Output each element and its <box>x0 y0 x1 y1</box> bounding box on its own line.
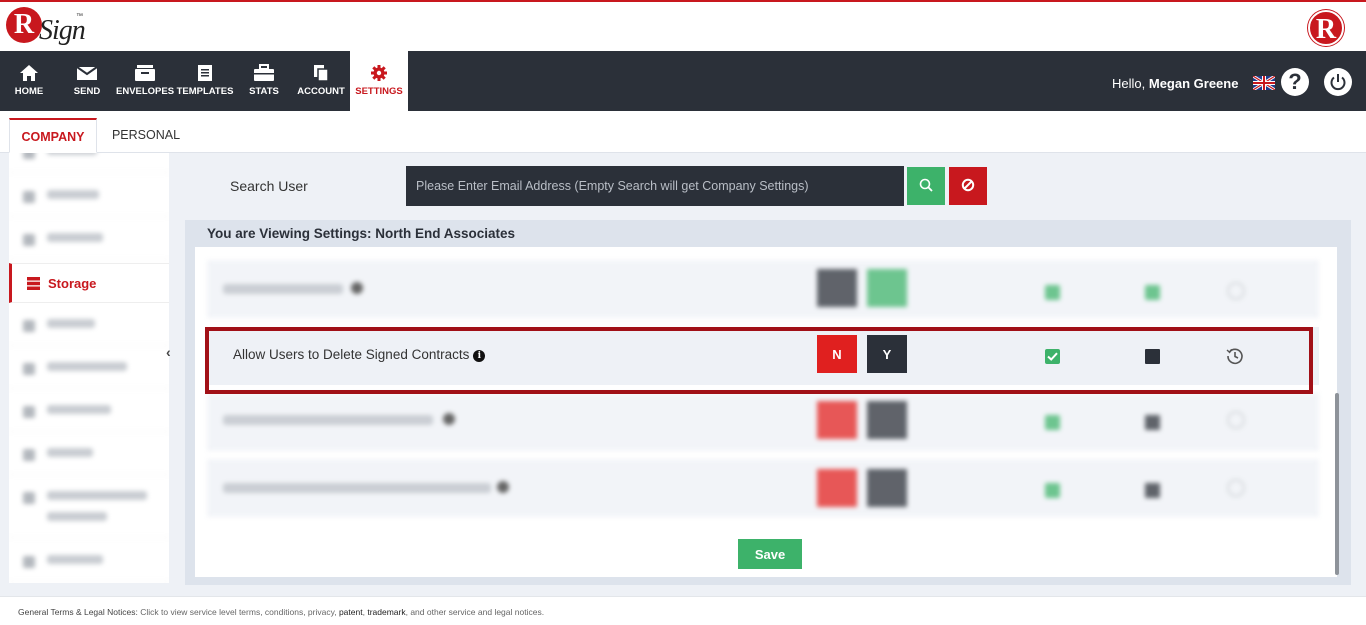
sidebar-item-blurred[interactable] <box>9 153 169 173</box>
legal-text-2: , and other service and legal notices. <box>405 607 545 617</box>
search-user-input[interactable] <box>406 166 904 206</box>
nav-account-label: ACCOUNT <box>297 86 345 97</box>
nav-home-label: HOME <box>14 86 44 97</box>
setting-label-text: Allow Users to Delete Signed Contracts <box>233 347 470 362</box>
setting-row-delete-signed-contracts: Allow Users to Delete Signed Contracts i … <box>207 327 1319 385</box>
legal-comma: , <box>362 607 365 617</box>
setting-row-blurred <box>207 260 1319 318</box>
sidebar-item-blurred[interactable] <box>9 542 169 582</box>
nav-settings-label: SETTINGS <box>355 86 403 97</box>
settings-content: Storage ‹ Search User You are Viewing Se… <box>0 153 1366 596</box>
sidebar-item-blurred[interactable] <box>9 349 169 389</box>
footer: General Terms & Legal Notices: Click to … <box>0 596 1366 625</box>
legal-text-1: Click to view service level terms, condi… <box>140 607 337 617</box>
nav-send-label: SEND <box>73 86 101 97</box>
unchecked-checkbox[interactable] <box>1145 349 1160 364</box>
uk-flag-icon[interactable] <box>1253 76 1275 90</box>
user-name[interactable]: Megan Greene <box>1149 76 1239 91</box>
sidebar-item-blurred[interactable] <box>9 435 169 475</box>
logo-letter: R <box>6 7 42 43</box>
checkbox[interactable] <box>1045 285 1060 300</box>
settings-panel: You are Viewing Settings: North End Asso… <box>185 220 1351 585</box>
sidebar-item-blurred[interactable] <box>9 478 169 538</box>
checkbox[interactable] <box>1045 415 1060 430</box>
sidebar-item-blurred[interactable] <box>9 392 169 432</box>
yes-button[interactable] <box>867 469 907 507</box>
nav-settings[interactable]: SETTINGS <box>350 51 408 111</box>
no-button[interactable] <box>817 401 857 439</box>
tab-company[interactable]: COMPANY <box>9 118 97 153</box>
collapse-sidebar-button[interactable]: ‹ <box>166 344 171 360</box>
user-greeting: Hello, Megan Greene <box>1112 76 1238 91</box>
setting-row-blurred <box>207 393 1319 451</box>
gear-icon <box>371 65 387 81</box>
checkbox[interactable] <box>1145 415 1160 430</box>
viewing-settings-title: You are Viewing Settings: North End Asso… <box>207 226 516 241</box>
rsign-logo[interactable]: R Sign ™ <box>6 7 86 51</box>
power-icon[interactable] <box>1324 68 1352 96</box>
search-button[interactable] <box>907 167 945 205</box>
history-icon[interactable] <box>1225 346 1245 366</box>
setting-label: Allow Users to Delete Signed Contracts i <box>233 347 486 362</box>
sidebar-item-blurred[interactable] <box>9 220 169 260</box>
patent-link[interactable]: patent <box>339 607 363 617</box>
search-icon <box>919 178 933 192</box>
greeting-text: Hello, <box>1112 76 1146 91</box>
help-icon[interactable]: ? <box>1281 68 1309 96</box>
search-user-label: Search User <box>230 178 308 194</box>
info-icon[interactable]: i <box>473 350 486 362</box>
nav-templates-label: TEMPLATES <box>176 86 234 97</box>
nav-stats[interactable]: STATS <box>236 51 292 111</box>
no-button[interactable] <box>817 269 857 307</box>
checkbox[interactable] <box>1145 285 1160 300</box>
no-button[interactable] <box>817 469 857 507</box>
main-navbar: HOME SEND ENVELOPES TEMPLATES STATS ACCO… <box>0 51 1366 111</box>
briefcase-icon <box>254 64 274 81</box>
checked-checkbox[interactable] <box>1045 349 1060 364</box>
checkbox[interactable] <box>1045 483 1060 498</box>
setting-row-blurred <box>207 459 1319 517</box>
nav-stats-label: STATS <box>249 86 279 97</box>
copy-icon <box>314 65 329 82</box>
tab-personal[interactable]: PERSONAL <box>102 118 190 153</box>
nav-templates[interactable]: TEMPLATES <box>174 51 236 111</box>
nav-send[interactable]: SEND <box>58 51 116 111</box>
settings-scrollbar[interactable] <box>1335 393 1339 575</box>
brand-bar: R Sign ™ R <box>0 2 1366 51</box>
save-button[interactable]: Save <box>738 539 802 569</box>
checkbox[interactable] <box>1145 483 1160 498</box>
brand-badge: R <box>1308 10 1344 46</box>
nav-home[interactable]: HOME <box>0 51 58 111</box>
logo-trademark: ™ <box>76 13 83 20</box>
envelope-icon <box>76 66 98 80</box>
clear-search-button[interactable] <box>949 167 987 205</box>
settings-tabs: COMPANY PERSONAL <box>0 111 1366 153</box>
yes-button[interactable] <box>867 269 907 307</box>
nav-envelopes[interactable]: ENVELOPES <box>116 51 174 111</box>
sidebar-item-blurred[interactable] <box>9 306 169 346</box>
nav-envelopes-label: ENVELOPES <box>116 86 175 97</box>
legal-heading: General Terms & Legal Notices: <box>18 607 138 617</box>
ban-icon <box>961 178 975 191</box>
sidebar-item-storage[interactable]: Storage <box>9 263 169 303</box>
settings-list: Allow Users to Delete Signed Contracts i … <box>195 247 1337 577</box>
sidebar-item-blurred[interactable] <box>9 177 169 217</box>
legal-notice: General Terms & Legal Notices: Click to … <box>18 607 544 617</box>
sidebar-item-storage-label: Storage <box>48 276 97 291</box>
no-button[interactable]: N <box>817 335 857 373</box>
trademark-link[interactable]: trademark <box>367 607 405 617</box>
inbox-icon <box>135 65 155 81</box>
settings-sidebar: Storage <box>9 153 169 583</box>
document-icon <box>198 65 212 81</box>
server-icon <box>27 277 40 290</box>
home-icon <box>20 65 38 81</box>
yes-button[interactable]: Y <box>867 335 907 373</box>
check-icon <box>1047 352 1058 361</box>
yes-button[interactable] <box>867 401 907 439</box>
nav-account[interactable]: ACCOUNT <box>292 51 350 111</box>
